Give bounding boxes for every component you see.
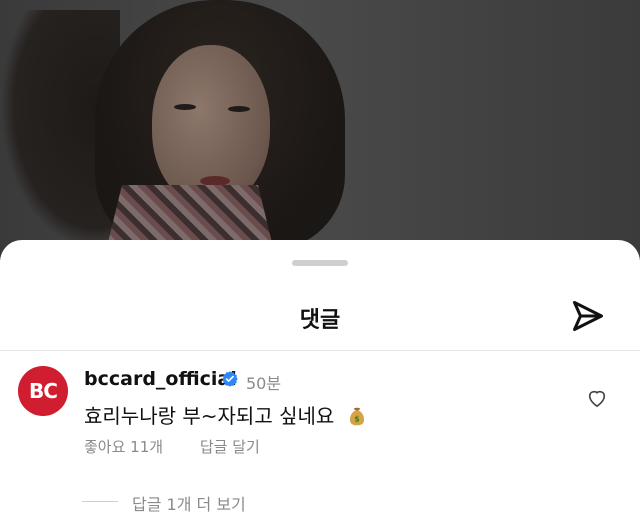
- comment-text: 효리누나랑 부~자되고 싶네요: [84, 404, 335, 428]
- money-bag-emoji: $: [349, 407, 364, 426]
- comment-meta: 좋아요 11개 답글 달기: [84, 436, 292, 457]
- right-eye: [228, 106, 250, 112]
- divider: [0, 350, 640, 351]
- photo-frame: [0, 0, 640, 260]
- drag-handle[interactable]: [292, 260, 348, 266]
- bc-logo: BC: [18, 366, 68, 416]
- avatar[interactable]: BC: [18, 366, 68, 416]
- heart-icon[interactable]: [586, 388, 608, 408]
- background-photo: [0, 0, 640, 260]
- verified-badge-icon: [222, 371, 238, 387]
- left-eye: [174, 104, 196, 110]
- replies-label[interactable]: 답글 1개 더 보기: [132, 491, 246, 515]
- send-icon[interactable]: [570, 298, 606, 334]
- comments-sheet: 댓글 BC bccard_official 50분 효리누나랑 부~자되고 싶네…: [0, 240, 640, 520]
- lips: [200, 176, 230, 186]
- likes-count[interactable]: 좋아요 11개: [84, 438, 163, 456]
- comment-text-row: 효리누나랑 부~자되고 싶네요 $: [84, 400, 367, 429]
- comment-username[interactable]: bccard_official: [84, 368, 237, 390]
- comment-time: 50분: [246, 374, 282, 393]
- view-more-replies[interactable]: 답글 1개 더 보기: [82, 490, 502, 515]
- svg-text:$: $: [354, 415, 359, 424]
- sheet-title: 댓글: [299, 308, 341, 333]
- reply-button[interactable]: 답글 달기: [200, 438, 260, 456]
- comment: BC bccard_official 50분 효리누나랑 부~자되고 싶네요 $…: [18, 366, 622, 476]
- replies-line: [82, 501, 118, 502]
